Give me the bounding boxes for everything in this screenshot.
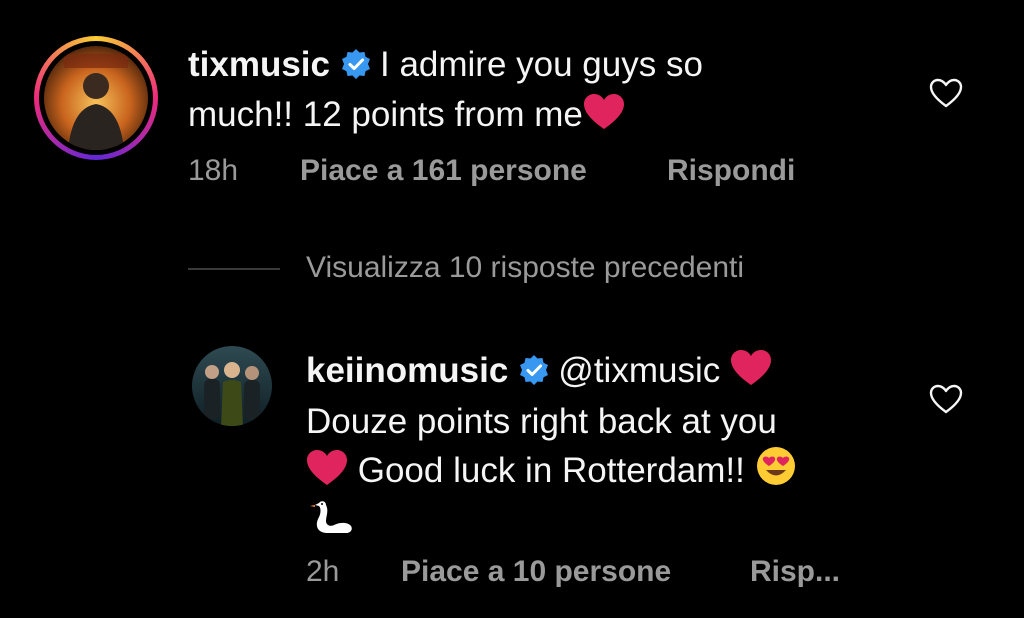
- avatar[interactable]: [192, 346, 272, 426]
- comment-text: tixmusic I admire you guys so much!! 12 p…: [188, 42, 908, 143]
- mention-link[interactable]: @tixmusic: [558, 351, 720, 390]
- comment-line-2: much!! 12 points from me: [188, 92, 908, 143]
- divider: [188, 268, 280, 270]
- reply-button[interactable]: Risp...: [750, 555, 840, 589]
- comment-line-4: [306, 499, 906, 551]
- red-heart-emoji: [306, 449, 348, 499]
- likes-count[interactable]: Piace a 161 persone: [300, 154, 587, 188]
- username[interactable]: keiinomusic: [306, 351, 508, 390]
- comment-text: keiinomusic @tixmusic Douze points right …: [306, 348, 906, 551]
- username[interactable]: tixmusic: [188, 45, 330, 84]
- likes-label[interactable]: Piace a 161 persone: [300, 154, 587, 187]
- comment-line-1: tixmusic I admire you guys so: [188, 42, 908, 92]
- view-previous-label[interactable]: Visualizza 10 risposte precedenti: [306, 251, 744, 284]
- comment-body: much!! 12 points from me: [188, 95, 583, 134]
- comment-body: Douze points right back at you: [306, 402, 777, 441]
- avatar[interactable]: [44, 46, 148, 150]
- view-previous-replies[interactable]: Visualizza 10 risposte precedenti: [306, 251, 744, 285]
- comment-body: I admire you guys so: [380, 45, 703, 84]
- reply-label[interactable]: Rispondi: [667, 154, 795, 187]
- comment-line-2: Douze points right back at you: [306, 399, 906, 445]
- avatar-image: [192, 346, 272, 426]
- comment-meta: 2h: [306, 555, 339, 589]
- reply-button[interactable]: Rispondi: [667, 154, 795, 188]
- likes-label[interactable]: Piace a 10 persone: [401, 555, 671, 588]
- reply-label[interactable]: Risp...: [750, 555, 840, 588]
- avatar-image: [44, 46, 148, 150]
- heart-eyes-emoji: [755, 445, 797, 499]
- red-heart-emoji: [730, 349, 772, 399]
- verified-badge-icon: [518, 352, 550, 398]
- heart-outline-icon[interactable]: [929, 384, 963, 414]
- likes-count[interactable]: Piace a 10 persone: [401, 555, 671, 589]
- heart-outline-icon[interactable]: [929, 78, 963, 108]
- comment-line-3: Good luck in Rotterdam!!: [306, 445, 906, 499]
- timestamp: 18h: [188, 154, 239, 187]
- swan-emoji: [306, 499, 354, 551]
- comment-meta: 18h: [188, 154, 238, 188]
- red-heart-emoji: [583, 93, 625, 143]
- comment-body: Good luck in Rotterdam!!: [357, 451, 745, 490]
- comment-line-1: keiinomusic @tixmusic: [306, 348, 906, 399]
- verified-badge-icon: [340, 46, 372, 92]
- timestamp: 2h: [306, 555, 340, 588]
